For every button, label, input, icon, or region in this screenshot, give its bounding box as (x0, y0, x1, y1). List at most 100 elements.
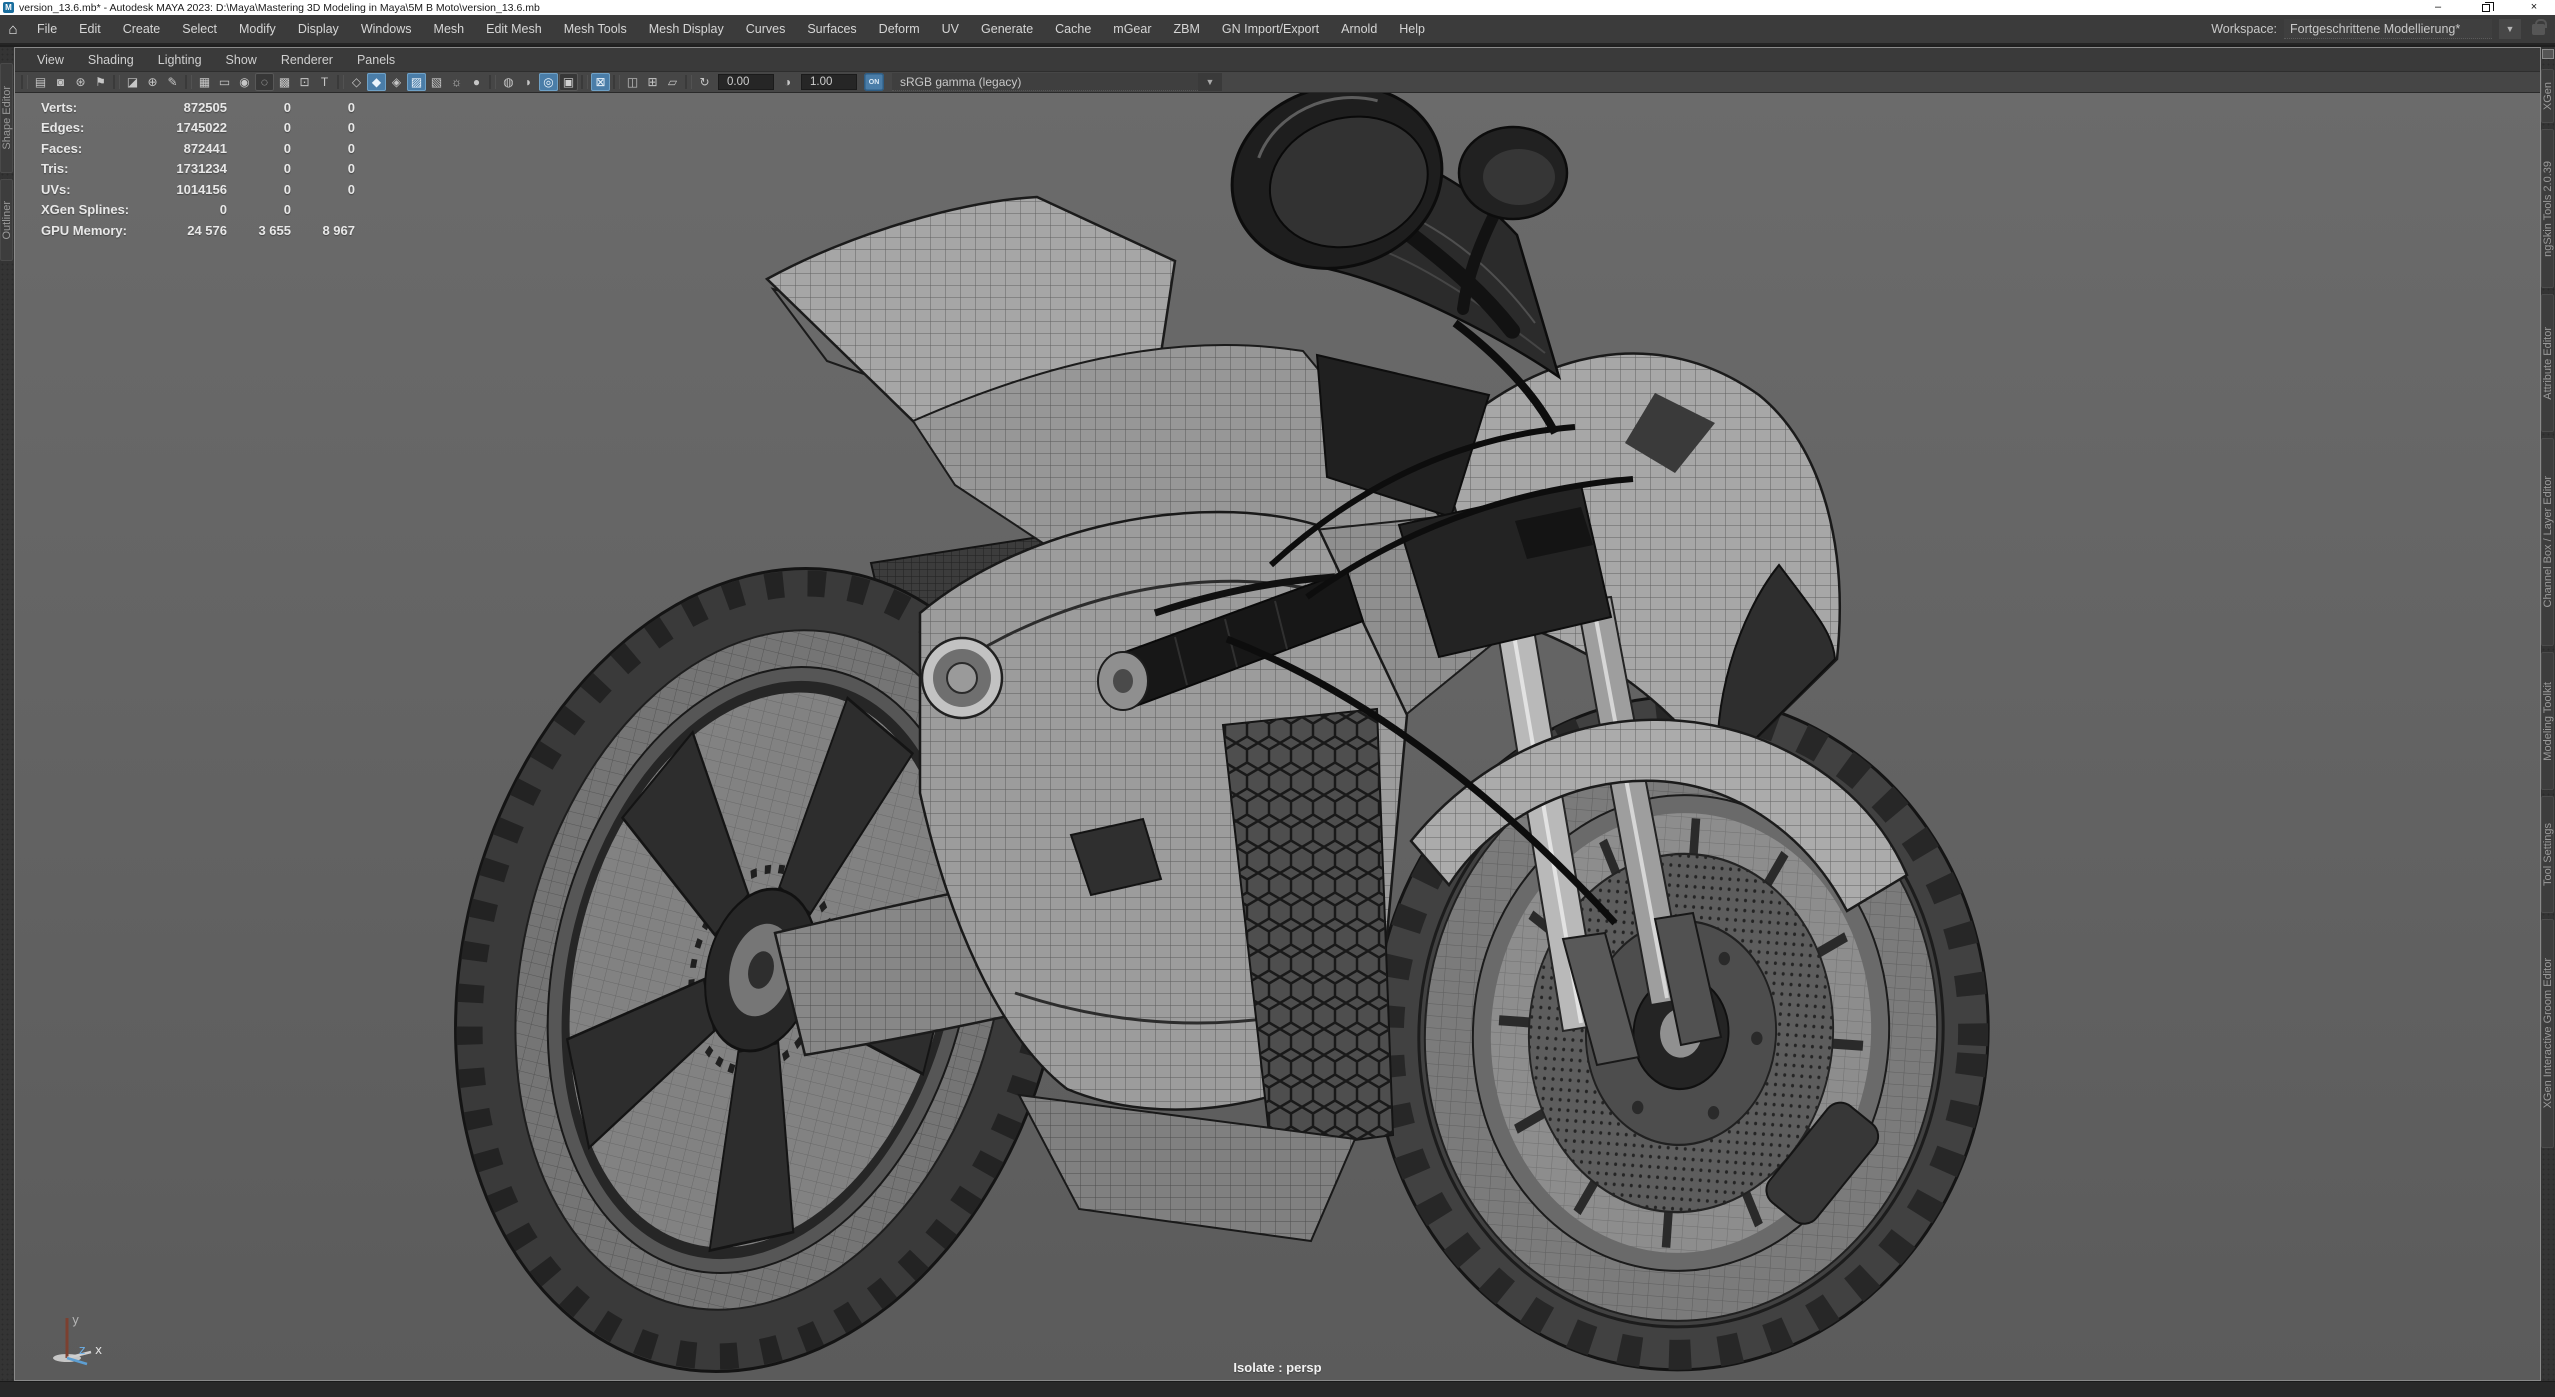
hud-value: 0 (227, 100, 291, 115)
grid-icon[interactable]: ▦ (195, 73, 214, 91)
menu-item-mesh[interactable]: Mesh (423, 15, 476, 43)
menu-item-edit-mesh[interactable]: Edit Mesh (475, 15, 553, 43)
hud-row-edges: Edges:174502200 (41, 118, 355, 139)
right-tab-xgen[interactable]: XGen (2541, 69, 2554, 123)
menu-item-file[interactable]: File (26, 15, 68, 43)
workspace-dropdown-arrow-icon[interactable]: ▼ (2499, 19, 2521, 39)
snapshot-icon[interactable]: ◫ (623, 73, 642, 91)
workspace-select[interactable]: Fortgeschrittene Modellierung* (2284, 19, 2492, 39)
smooth-shade-icon[interactable]: ◆ (367, 73, 386, 91)
axis-x-label: x (95, 1343, 102, 1357)
textured-icon[interactable]: ▨ (407, 73, 426, 91)
right-tab-attribute-editor[interactable]: Attribute Editor (2541, 294, 2554, 432)
close-button[interactable]: × (2527, 1, 2541, 14)
toolbar-separator (113, 75, 120, 89)
menu-item-mesh-display[interactable]: Mesh Display (638, 15, 735, 43)
menu-item-zbm[interactable]: ZBM (1163, 15, 1211, 43)
panel-stack-icon[interactable] (2542, 49, 2554, 59)
right-tab-ngskin-tools-2-0-39[interactable]: ngSkin Tools 2.0.39 (2541, 129, 2554, 288)
right-tab-modeling-toolkit[interactable]: Modeling Toolkit (2541, 652, 2554, 790)
home-icon[interactable]: ⌂ (0, 21, 26, 38)
menu-item-help[interactable]: Help (1388, 15, 1436, 43)
gamma-on-toggle[interactable]: ON (864, 73, 884, 91)
panel-menu-shading[interactable]: Shading (76, 49, 146, 71)
panel-menu-lighting[interactable]: Lighting (146, 49, 214, 71)
motion-blur-icon[interactable]: ◗ (519, 73, 538, 91)
camera-attributes-icon[interactable]: ⊛ (71, 73, 90, 91)
menu-item-edit[interactable]: Edit (68, 15, 112, 43)
right-tab-channel-box-layer-editor[interactable]: Channel Box / Layer Editor (2541, 438, 2554, 646)
film-gate-icon[interactable]: ▭ (215, 73, 234, 91)
hud-row-faces: Faces:87244100 (41, 138, 355, 159)
toolbar-separator (581, 75, 588, 89)
lock-camera-icon[interactable]: ◙ (51, 73, 70, 91)
menu-item-create[interactable]: Create (112, 15, 172, 43)
panel-menu-show[interactable]: Show (214, 49, 269, 71)
workspace-lock-icon[interactable] (2532, 24, 2545, 35)
lighting-icon[interactable]: ☼ (447, 73, 466, 91)
menu-item-curves[interactable]: Curves (735, 15, 797, 43)
resolution-gate-icon[interactable]: ◉ (235, 73, 254, 91)
toolbar-separator (685, 75, 692, 89)
select-camera-icon[interactable]: ▤ (31, 73, 50, 91)
menu-item-uv[interactable]: UV (931, 15, 970, 43)
panel-menu-panels[interactable]: Panels (345, 49, 407, 71)
menu-item-select[interactable]: Select (171, 15, 228, 43)
right-tab-tool-settings[interactable]: Tool Settings (2541, 796, 2554, 913)
menu-item-mgear[interactable]: mGear (1102, 15, 1162, 43)
use-default-material-icon[interactable]: ▧ (427, 73, 446, 91)
left-tab-outliner[interactable]: Outliner (0, 179, 13, 261)
menu-item-windows[interactable]: Windows (350, 15, 423, 43)
menu-item-display[interactable]: Display (287, 15, 350, 43)
occlusion-icon[interactable]: ◍ (499, 73, 518, 91)
minimize-button[interactable]: – (2431, 1, 2445, 14)
menu-item-cache[interactable]: Cache (1044, 15, 1102, 43)
wireframe-on-shaded-icon[interactable]: ◈ (387, 73, 406, 91)
shadows-icon[interactable]: ● (467, 73, 486, 91)
depth-of-field-icon[interactable]: ▣ (559, 73, 578, 91)
right-tab-xgen-interactive-groom-editor[interactable]: XGen Interactive Groom Editor (2541, 919, 2554, 1148)
exposure-refresh-icon[interactable]: ↻ (695, 73, 714, 91)
image-plane-icon[interactable]: ◪ (123, 73, 142, 91)
menu-item-gn-import-export[interactable]: GN Import/Export (1211, 15, 1330, 43)
hud-value: 1731234 (163, 161, 227, 176)
snapshot-add-icon[interactable]: ⊞ (643, 73, 662, 91)
titlebar: M version_13.6.mb* - Autodesk MAYA 2023:… (0, 0, 2555, 15)
safe-title-icon[interactable]: T (315, 73, 334, 91)
menu-item-surfaces[interactable]: Surfaces (796, 15, 867, 43)
isolate-select-icon[interactable]: ⊠ (591, 73, 610, 91)
gamma-field[interactable]: 1.00 (801, 74, 857, 90)
wireframe-icon[interactable]: ◇ (347, 73, 366, 91)
anti-aliasing-icon[interactable]: ◎ (539, 73, 558, 91)
field-chart-icon[interactable]: ▩ (275, 73, 294, 91)
window-controls: – × (2431, 1, 2555, 14)
contrast-icon[interactable]: ◑ (778, 73, 797, 91)
menu-item-modify[interactable]: Modify (228, 15, 287, 43)
hud-value: 0 (291, 161, 355, 176)
safe-action-icon[interactable]: ⊡ (295, 73, 314, 91)
grease-pencil-icon[interactable]: ✎ (163, 73, 182, 91)
right-panel-strip: XGen ngSkin Tools 2.0.39 Attribute Editor C… (2541, 47, 2555, 1381)
maximize-button[interactable] (2479, 1, 2493, 14)
panel-menu-renderer[interactable]: Renderer (269, 49, 345, 71)
menu-item-arnold[interactable]: Arnold (1330, 15, 1388, 43)
colorspace-dropdown[interactable]: sRGB gamma (legacy)▼ (892, 73, 1222, 91)
xray-icon[interactable]: ▱ (663, 73, 682, 91)
panel-menu-view[interactable]: View (25, 49, 76, 71)
gate-mask-icon[interactable]: ◌ (255, 73, 274, 91)
hud-label: Faces: (41, 141, 163, 156)
hud-value: 0 (291, 120, 355, 135)
left-panel-strip: Shape Editor Outliner (0, 47, 14, 1381)
viewport-canvas[interactable]: Verts:87250500Edges:174502200Faces:87244… (15, 93, 2540, 1380)
2d-pan-zoom-icon[interactable]: ⊕ (143, 73, 162, 91)
colorspace-arrow-icon[interactable]: ▼ (1198, 73, 1222, 91)
toolbar-separator (489, 75, 496, 89)
right-tab-xgen-interactive-groom-editor-label: XGen Interactive Groom Editor (2542, 958, 2554, 1108)
menu-item-generate[interactable]: Generate (970, 15, 1044, 43)
left-tab-shape-editor[interactable]: Shape Editor (0, 63, 13, 173)
menu-item-mesh-tools[interactable]: Mesh Tools (553, 15, 638, 43)
toolbar-separator (337, 75, 344, 89)
menu-item-deform[interactable]: Deform (868, 15, 931, 43)
bookmarks-icon[interactable]: ⚑ (91, 73, 110, 91)
exposure-field[interactable]: 0.00 (718, 74, 774, 90)
